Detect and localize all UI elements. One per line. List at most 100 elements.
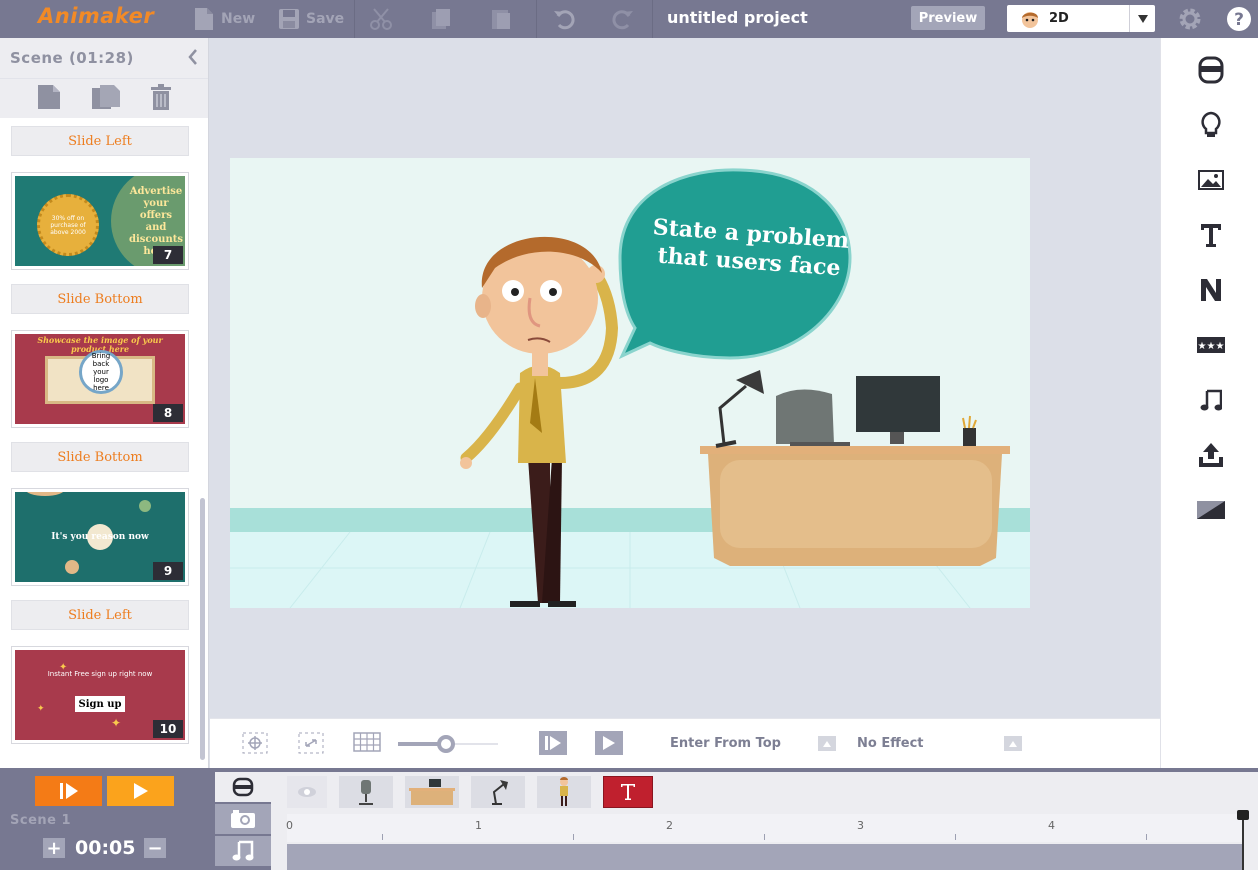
redo-icon [612, 10, 633, 30]
scene-label: Scene 1 [10, 813, 72, 828]
transition-label[interactable]: Slide Left [11, 600, 189, 630]
center-button[interactable] [242, 732, 268, 754]
asset-character[interactable] [537, 776, 591, 808]
preview-button[interactable]: Preview [911, 6, 985, 30]
zoom-knob[interactable] [437, 735, 455, 753]
enter-effect-label[interactable]: Enter From Top [670, 736, 781, 751]
desk-icon [409, 779, 455, 805]
exit-effect-label[interactable]: No Effect [857, 736, 924, 751]
project-title[interactable]: untitled project [667, 8, 808, 27]
mode-dropdown[interactable]: 2D [1007, 5, 1155, 32]
caret-up-icon [823, 740, 831, 747]
exit-effect-toggle[interactable] [1004, 736, 1022, 751]
new-file-icon [195, 8, 213, 30]
timeline-tabs [215, 772, 271, 868]
chevron-left-icon[interactable] [188, 49, 198, 69]
play-button[interactable] [595, 731, 623, 755]
slide-thumbnail-10[interactable]: Instant Free sign up right now Sign up ✦… [11, 646, 189, 744]
slide-preview: It's you reason now 9 [15, 492, 185, 582]
camera-icon [231, 810, 255, 828]
asset-text[interactable] [603, 776, 653, 808]
ruler-label: 3 [857, 819, 864, 832]
new-slide-icon [38, 84, 60, 109]
props-button[interactable] [1196, 110, 1226, 140]
slide-badge-text: 30% off on purchase of above 2000 [37, 194, 99, 256]
app-logo: Animaker [38, 4, 155, 28]
scene-panel: Scene (01:28) Slide Left 30% off on purc… [0, 38, 209, 768]
play-from-start-button[interactable] [539, 731, 567, 755]
images-button[interactable] [1196, 165, 1226, 195]
text-button[interactable] [1196, 220, 1226, 250]
lamp-icon [492, 780, 508, 805]
fullscreen-button[interactable] [298, 732, 324, 754]
asset-desk[interactable] [405, 776, 459, 808]
ruler-tick [382, 834, 383, 840]
scene-panel-header: Scene (01:28) [0, 38, 208, 78]
timeline-track-area: 0 1 2 3 4 [271, 772, 1258, 870]
new-button[interactable]: New [193, 6, 255, 32]
slide-number: 7 [153, 246, 183, 264]
redo-button[interactable] [610, 6, 636, 32]
duplicate-slide-button[interactable] [91, 84, 121, 114]
tab-music[interactable] [215, 836, 271, 866]
timeline-ruler[interactable]: 0 1 2 3 4 [286, 814, 1242, 842]
slide-thumbnail-7[interactable]: 30% off on purchase of above 2000 Advert… [11, 172, 189, 270]
visibility-toggle[interactable] [287, 776, 327, 808]
upload-button[interactable] [1196, 440, 1226, 470]
timeline-track[interactable] [287, 844, 1242, 870]
play-icon [133, 783, 148, 799]
toolbar-divider [652, 0, 653, 38]
slide-thumbnail-8[interactable]: Showcase the image of your product here … [11, 330, 189, 428]
transition-label[interactable]: Slide Left [11, 126, 189, 156]
cut-button[interactable] [368, 6, 394, 32]
paste-button[interactable] [488, 6, 514, 32]
effects-button[interactable]: ★★★ [1196, 330, 1226, 360]
characters-button[interactable] [1196, 55, 1226, 85]
transition-label[interactable]: Slide Bottom [11, 442, 189, 472]
slide-thumbnail-9[interactable]: It's you reason now 9 [11, 488, 189, 586]
numbers-button[interactable] [1196, 275, 1226, 305]
undo-button[interactable] [551, 6, 577, 32]
save-button[interactable]: Save [278, 6, 344, 32]
gear-icon [1179, 8, 1201, 30]
tab-characters[interactable] [215, 772, 271, 802]
decrease-duration-button[interactable]: − [144, 838, 166, 859]
help-button[interactable]: ? [1226, 6, 1252, 32]
slide-line: and [145, 222, 167, 233]
add-slide-button[interactable] [37, 84, 61, 114]
slide-list-scrollbar[interactable] [200, 498, 205, 760]
slide-number: 10 [153, 720, 183, 738]
text-icon [1201, 224, 1221, 247]
stage-canvas[interactable]: State a problem that users face [230, 158, 1030, 608]
background-button[interactable] [1196, 495, 1226, 525]
music-note-icon [232, 840, 254, 861]
toolbar-divider [536, 0, 537, 38]
ruler-tick [1146, 834, 1147, 840]
enter-effect-toggle[interactable] [818, 736, 836, 751]
slide-dot [139, 500, 151, 512]
svg-text:?: ? [1234, 10, 1244, 30]
asset-lamp[interactable] [471, 776, 525, 808]
number-text-icon [1201, 279, 1221, 301]
play-scene-button[interactable] [107, 776, 174, 806]
slide-signup-button: Sign up [75, 696, 125, 712]
mode-value: 2D [1049, 11, 1069, 26]
star-icon: ✦ [111, 716, 122, 730]
play-scene-from-start-button[interactable] [35, 776, 102, 806]
copy-button[interactable] [428, 6, 454, 32]
save-button-label: Save [306, 11, 345, 27]
delete-slide-button[interactable] [151, 83, 171, 114]
transition-label[interactable]: Slide Bottom [11, 284, 189, 314]
chair-icon [359, 780, 373, 805]
increase-duration-button[interactable]: + [43, 838, 65, 859]
settings-button[interactable] [1177, 6, 1203, 32]
zoom-slider[interactable] [398, 735, 498, 753]
grid-toggle[interactable] [353, 732, 381, 752]
floppy-disk-icon [279, 9, 299, 29]
music-button[interactable] [1196, 385, 1226, 415]
tab-camera[interactable] [215, 804, 271, 834]
asset-chair[interactable] [339, 776, 393, 808]
playhead[interactable] [1237, 810, 1249, 870]
playhead-handle[interactable] [1237, 810, 1249, 820]
slide-preview: 30% off on purchase of above 2000 Advert… [15, 176, 185, 266]
